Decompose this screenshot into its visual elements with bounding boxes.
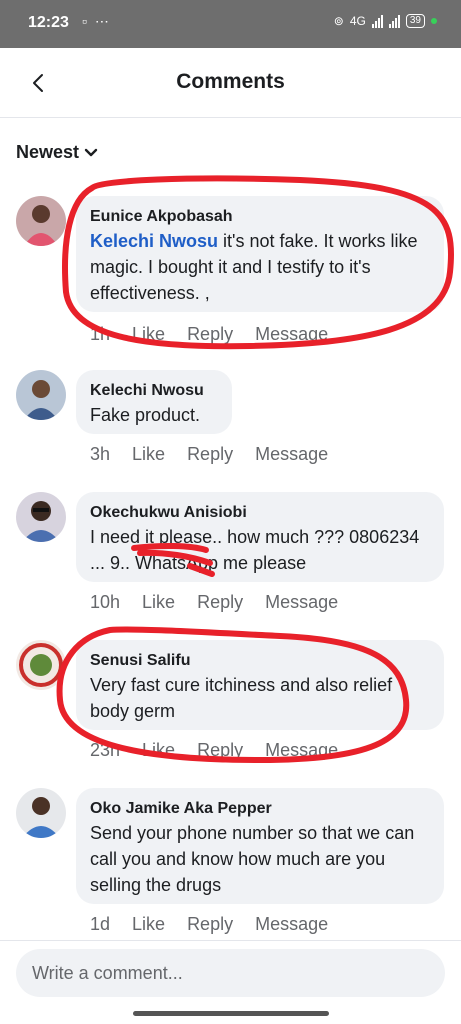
like-button[interactable]: Like (142, 592, 175, 613)
reply-button[interactable]: Reply (197, 592, 243, 613)
comment-author[interactable]: Oko Jamike Aka Pepper (90, 798, 430, 820)
home-indicator[interactable] (133, 1011, 329, 1016)
signal-icon (371, 14, 383, 28)
comment-bubble: Eunice Akpobasah Kelechi Nwosu it's not … (76, 196, 444, 312)
like-button[interactable]: Like (132, 914, 165, 935)
message-button[interactable]: Message (255, 444, 328, 465)
avatar[interactable] (16, 370, 66, 420)
comment-bubble: Kelechi Nwosu Fake product. (76, 370, 232, 434)
comment-actions: 10h Like Reply Message (90, 592, 338, 613)
status-bar: 12:23 ▫ ⋯ ⊚ 4G 39 (0, 0, 461, 48)
reply-button[interactable]: Reply (187, 324, 233, 345)
comment-time: 10h (90, 592, 121, 612)
status-right: ⊚ 4G 39 (334, 14, 437, 28)
reply-button[interactable]: Reply (187, 444, 233, 465)
composer-bar: Write a comment... (0, 940, 461, 1024)
message-button[interactable]: Message (255, 324, 328, 345)
message-button[interactable]: Message (265, 592, 338, 613)
comment-bubble: Oko Jamike Aka Pepper Send your phone nu… (76, 788, 444, 904)
comment-bubble: Senusi Salifu Very fast cure itchiness a… (76, 640, 444, 730)
comment-time: 1h (90, 324, 111, 344)
header: Comments (0, 48, 461, 118)
comment-author[interactable]: Eunice Akpobasah (90, 206, 430, 228)
reply-button[interactable]: Reply (187, 914, 233, 935)
battery-icon: 39 (405, 14, 425, 28)
avatar[interactable] (16, 640, 66, 690)
comment-text: Kelechi Nwosu it's not fake. It works li… (90, 228, 430, 306)
hotspot-icon: ⊚ (333, 14, 344, 28)
comment-actions: 23h Like Reply Message (90, 740, 338, 761)
like-button[interactable]: Like (132, 324, 165, 345)
comment-author[interactable]: Senusi Salifu (90, 650, 430, 672)
like-button[interactable]: Like (142, 740, 175, 761)
message-button[interactable]: Message (255, 914, 328, 935)
comment-text: Send your phone number so that we can ca… (90, 823, 415, 895)
page-title: Comments (176, 70, 285, 93)
chevron-down-icon (84, 148, 98, 156)
message-button[interactable]: Message (265, 740, 338, 761)
comment-bubble: Okechukwu Anisiobi I need it please.. ho… (76, 492, 444, 582)
reply-button[interactable]: Reply (197, 740, 243, 761)
comment-author[interactable]: Okechukwu Anisiobi (90, 502, 430, 524)
sort-dropdown[interactable]: Newest (16, 142, 99, 163)
status-time: 12:23 (28, 14, 69, 31)
signal-icon-2 (388, 14, 400, 28)
like-button[interactable]: Like (132, 444, 165, 465)
comment-author[interactable]: Kelechi Nwosu (90, 380, 218, 402)
avatar[interactable] (16, 196, 66, 246)
notification-icons: ▫ ⋯ (82, 13, 111, 29)
avatar[interactable] (16, 492, 66, 542)
comment-input[interactable]: Write a comment... (16, 949, 445, 997)
sort-label: Newest (16, 142, 80, 162)
comment-text: I need it please.. how much ??? 0806234 … (90, 527, 420, 573)
comment-time: 23h (90, 740, 121, 760)
avatar[interactable] (16, 788, 66, 838)
network-label: 4G (349, 14, 366, 28)
comment-actions: 1h Like Reply Message (90, 324, 328, 345)
mention-link[interactable]: Kelechi Nwosu (90, 231, 218, 251)
privacy-dot-icon (431, 18, 437, 24)
comment-actions: 3h Like Reply Message (90, 444, 328, 465)
comment-text: Very fast cure itchiness and also relief… (90, 675, 393, 721)
comment-time: 1d (90, 914, 111, 934)
comment-actions: 1d Like Reply Message (90, 914, 328, 935)
comment-text: Fake product. (90, 405, 201, 425)
comment-time: 3h (90, 444, 111, 464)
